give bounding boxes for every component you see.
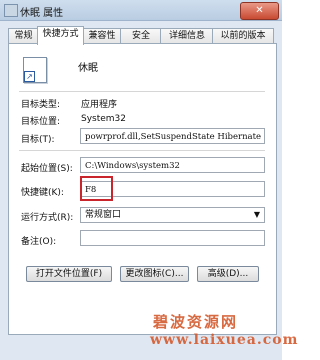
- run-select-value: 常规窗口: [85, 210, 122, 220]
- open-file-location-button[interactable]: 打开文件位置(F): [26, 266, 112, 282]
- change-icon-button[interactable]: 更改图标(C)...: [120, 266, 189, 282]
- divider: [19, 150, 265, 151]
- watermark-url: www.laixuea.com: [150, 332, 299, 348]
- start-in-field[interactable]: C:\Windows\system32: [80, 157, 265, 173]
- watermark-text: 碧波资源网: [153, 313, 239, 331]
- shortcut-panel: ↗ 休眠 目标类型: 应用程序 目标位置: System32 目标(T): po…: [8, 43, 277, 335]
- tab-compatibility[interactable]: 兼容性: [82, 28, 122, 44]
- title-bar[interactable]: 休眠 属性 ✕: [0, 0, 282, 21]
- start-in-label: 起始位置(S):: [21, 164, 73, 174]
- tab-previous-versions[interactable]: 以前的版本: [212, 28, 274, 44]
- run-label: 运行方式(R):: [21, 213, 74, 223]
- shortcut-icon: ↗: [23, 57, 47, 83]
- tab-general[interactable]: 常规: [8, 28, 39, 44]
- hotkey-highlight-box: [80, 176, 113, 201]
- target-label: 目标(T):: [21, 135, 55, 145]
- tab-strip: 常规 快捷方式 兼容性 安全 详细信息 以前的版本: [8, 26, 276, 45]
- comment-label: 备注(O):: [21, 237, 57, 247]
- run-select[interactable]: 常规窗口 ▼: [80, 207, 265, 223]
- comment-field[interactable]: [80, 230, 265, 246]
- window-icon: [4, 4, 18, 17]
- shortcut-name: 休眠: [78, 63, 98, 74]
- target-location-value: System32: [81, 114, 127, 124]
- tab-security[interactable]: 安全: [120, 28, 162, 44]
- tab-shortcut[interactable]: 快捷方式: [37, 26, 84, 45]
- chevron-down-icon[interactable]: ▼: [254, 208, 260, 222]
- divider: [19, 91, 265, 92]
- close-button[interactable]: ✕: [240, 2, 279, 20]
- tab-details[interactable]: 详细信息: [160, 28, 214, 44]
- target-type-label: 目标类型:: [21, 100, 61, 110]
- target-field[interactable]: powrprof.dll,SetSuspendState Hibernate: [80, 128, 265, 144]
- window-title: 休眠 属性: [20, 8, 64, 19]
- hotkey-label: 快捷键(K):: [21, 188, 64, 198]
- advanced-button[interactable]: 高级(D)...: [197, 266, 259, 282]
- shortcut-arrow-icon: ↗: [24, 71, 35, 82]
- target-location-label: 目标位置:: [21, 117, 61, 127]
- properties-window: 休眠 属性 ✕ 常规 快捷方式 兼容性 安全 详细信息 以前的版本 ↗ 休眠 目…: [0, 0, 297, 360]
- target-type-value: 应用程序: [81, 100, 118, 110]
